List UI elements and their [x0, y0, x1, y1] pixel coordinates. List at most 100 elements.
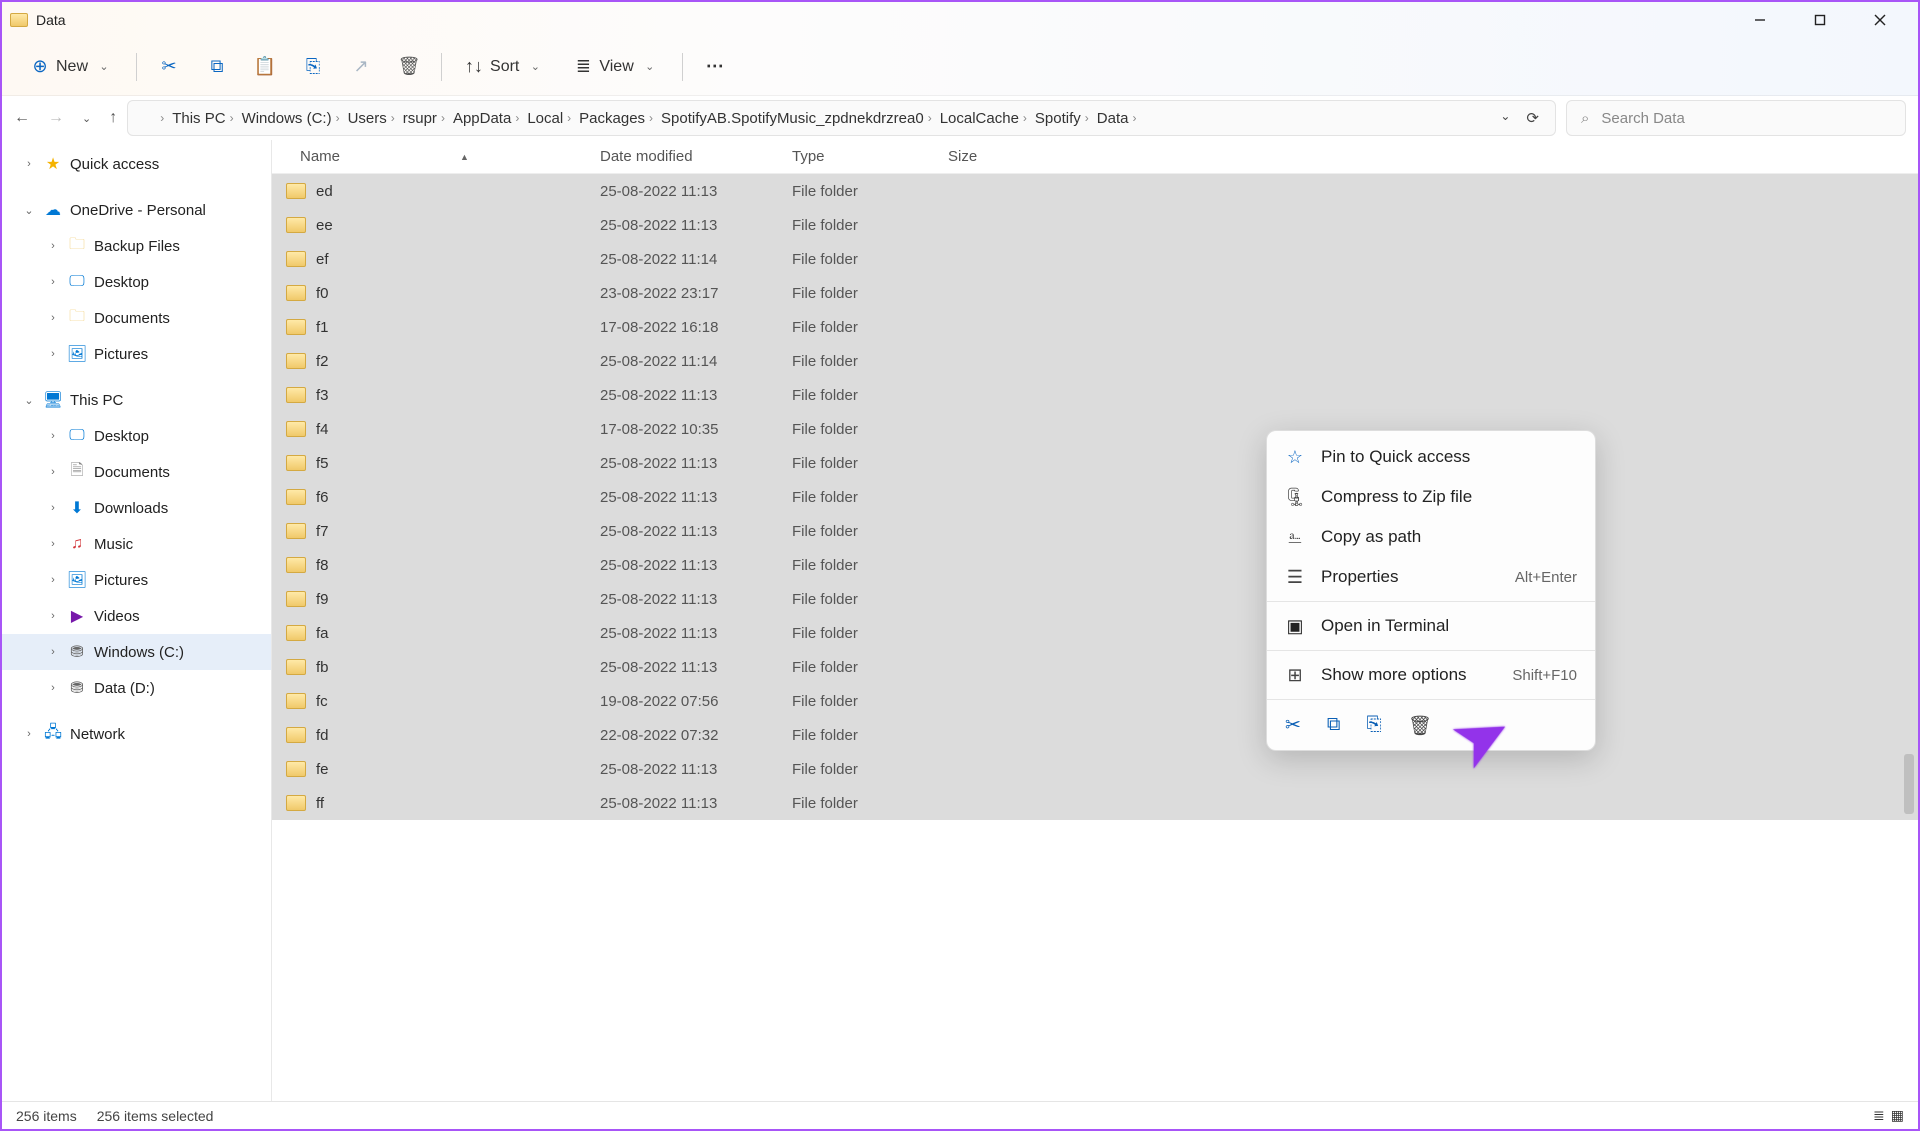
- table-row[interactable]: f023-08-2022 23:17File folder: [272, 276, 1918, 310]
- sidebar-item[interactable]: ›🖼Pictures: [2, 562, 271, 598]
- table-row[interactable]: fd22-08-2022 07:32File folder: [272, 718, 1918, 752]
- delete-button[interactable]: 🗑: [387, 47, 431, 87]
- sidebar-item[interactable]: ›▶Videos: [2, 598, 271, 634]
- sidebar-onedrive[interactable]: ⌄☁OneDrive - Personal: [2, 192, 271, 228]
- breadcrumb-segment[interactable]: Spotify›: [1035, 110, 1091, 127]
- breadcrumb-segment[interactable]: LocalCache›: [940, 110, 1029, 127]
- view-button[interactable]: ≣ View ⌄: [561, 47, 671, 87]
- folder-icon: [286, 421, 306, 437]
- ctx-show-more[interactable]: ⊞Show more optionsShift+F10: [1267, 655, 1595, 695]
- file-type: File folder: [792, 319, 948, 336]
- nav-bar: ← → ⌄ ↑ › This PC› Windows (C:)› Users› …: [2, 96, 1918, 140]
- search-input[interactable]: ⌕ Search Data: [1566, 100, 1906, 136]
- sort-button[interactable]: ↑↓ Sort ⌄: [452, 47, 557, 87]
- table-row[interactable]: f725-08-2022 11:13File folder: [272, 514, 1918, 548]
- sidebar-item[interactable]: ›🗀Backup Files: [2, 228, 271, 264]
- table-row[interactable]: ff25-08-2022 11:13File folder: [272, 786, 1918, 820]
- paste-button[interactable]: 📋: [243, 47, 287, 87]
- table-row[interactable]: f625-08-2022 11:13File folder: [272, 480, 1918, 514]
- breadcrumb-segment[interactable]: Windows (C:)›: [242, 110, 342, 127]
- ctx-rename-button[interactable]: ⎘: [1367, 714, 1382, 738]
- ctx-terminal[interactable]: ▣Open in Terminal: [1267, 606, 1595, 646]
- ctx-pin[interactable]: ☆Pin to Quick access: [1267, 437, 1595, 477]
- recent-button[interactable]: ⌄: [82, 112, 91, 125]
- copy-button[interactable]: ⧉: [195, 47, 239, 87]
- table-row[interactable]: ef25-08-2022 11:14File folder: [272, 242, 1918, 276]
- share-button[interactable]: ↗: [339, 47, 383, 87]
- table-row[interactable]: f417-08-2022 10:35File folder: [272, 412, 1918, 446]
- column-date[interactable]: Date modified: [600, 148, 792, 165]
- sidebar-item[interactable]: ›🗎Documents: [2, 454, 271, 490]
- file-name: f5: [316, 455, 600, 472]
- sidebar-network[interactable]: ›🖧Network: [2, 716, 271, 752]
- sidebar-quick-access[interactable]: ›★Quick access: [2, 146, 271, 182]
- breadcrumb-dropdown[interactable]: ⌄: [1500, 109, 1510, 127]
- folder-icon: [286, 251, 306, 267]
- rename-button[interactable]: ⎘: [291, 47, 335, 87]
- file-name: f2: [316, 353, 600, 370]
- ctx-copy-button[interactable]: ⧉: [1327, 714, 1341, 738]
- ctx-properties[interactable]: ☰PropertiesAlt+Enter: [1267, 557, 1595, 597]
- sidebar-item[interactable]: ›♫Music: [2, 526, 271, 562]
- file-date: 25-08-2022 11:14: [600, 251, 792, 268]
- breadcrumb-segment[interactable]: SpotifyAB.SpotifyMusic_zpdnekdrzrea0›: [661, 110, 934, 127]
- table-row[interactable]: f525-08-2022 11:13File folder: [272, 446, 1918, 480]
- separator: [682, 53, 683, 81]
- thumbnails-view-button[interactable]: ▦: [1891, 1107, 1904, 1124]
- table-row[interactable]: f325-08-2022 11:13File folder: [272, 378, 1918, 412]
- ctx-copy-path[interactable]: ⎁Copy as path: [1267, 517, 1595, 557]
- details-view-button[interactable]: ≣: [1873, 1107, 1885, 1124]
- maximize-button[interactable]: [1790, 2, 1850, 38]
- breadcrumb-segment[interactable]: AppData›: [453, 110, 521, 127]
- more-button[interactable]: ⋯: [693, 47, 737, 87]
- new-button[interactable]: ⊕ New ⌄: [18, 47, 126, 87]
- minimize-button[interactable]: [1730, 2, 1790, 38]
- column-headers[interactable]: Name▲ Date modified Type Size: [272, 140, 1918, 174]
- sidebar-item[interactable]: ›🗀Documents: [2, 300, 271, 336]
- up-button[interactable]: ↑: [109, 109, 117, 127]
- file-list[interactable]: ed25-08-2022 11:13File folderee25-08-202…: [272, 174, 1918, 1101]
- sidebar-item[interactable]: ›⬇Downloads: [2, 490, 271, 526]
- table-row[interactable]: ee25-08-2022 11:13File folder: [272, 208, 1918, 242]
- table-row[interactable]: f117-08-2022 16:18File folder: [272, 310, 1918, 344]
- ctx-zip[interactable]: 🗜Compress to Zip file: [1267, 477, 1595, 517]
- file-name: f8: [316, 557, 600, 574]
- table-row[interactable]: fe25-08-2022 11:13File folder: [272, 752, 1918, 786]
- breadcrumb-segment[interactable]: rsupr›: [403, 110, 447, 127]
- column-name[interactable]: Name▲: [286, 148, 600, 165]
- table-row[interactable]: ed25-08-2022 11:13File folder: [272, 174, 1918, 208]
- column-size[interactable]: Size: [948, 148, 1028, 165]
- scrollbar[interactable]: [1902, 174, 1916, 1101]
- table-row[interactable]: f825-08-2022 11:13File folder: [272, 548, 1918, 582]
- address-bar[interactable]: › This PC› Windows (C:)› Users› rsupr› A…: [127, 100, 1556, 136]
- breadcrumb-segment[interactable]: Local›: [527, 110, 573, 127]
- back-button[interactable]: ←: [14, 109, 30, 127]
- sidebar-this-pc[interactable]: ⌄🖥This PC: [2, 382, 271, 418]
- table-row[interactable]: fb25-08-2022 11:13File folder: [272, 650, 1918, 684]
- file-type: File folder: [792, 285, 948, 302]
- file-date: 25-08-2022 11:13: [600, 455, 792, 472]
- refresh-button[interactable]: ⟳: [1526, 109, 1539, 127]
- sidebar-item[interactable]: ›🖵Desktop: [2, 264, 271, 300]
- sidebar-item[interactable]: ›⛃Data (D:): [2, 670, 271, 706]
- ctx-delete-button[interactable]: 🗑: [1408, 714, 1432, 738]
- forward-button[interactable]: →: [48, 109, 64, 127]
- sidebar-item-windows-c[interactable]: ›⛃Windows (C:): [2, 634, 271, 670]
- separator: [1267, 650, 1595, 651]
- sidebar-item[interactable]: ›🖵Desktop: [2, 418, 271, 454]
- column-type[interactable]: Type: [792, 148, 948, 165]
- desktop-icon: 🖵: [68, 427, 86, 445]
- breadcrumb-segment[interactable]: Users›: [348, 110, 397, 127]
- table-row[interactable]: fc19-08-2022 07:56File folder: [272, 684, 1918, 718]
- cut-button[interactable]: ✂: [147, 47, 191, 87]
- sidebar-item[interactable]: ›🖼Pictures: [2, 336, 271, 372]
- close-button[interactable]: [1850, 2, 1910, 38]
- table-row[interactable]: fa25-08-2022 11:13File folder: [272, 616, 1918, 650]
- table-row[interactable]: f225-08-2022 11:14File folder: [272, 344, 1918, 378]
- breadcrumb-segment[interactable]: Data›: [1097, 110, 1139, 127]
- breadcrumb-segment[interactable]: Packages›: [579, 110, 655, 127]
- separator: [1267, 601, 1595, 602]
- breadcrumb-segment[interactable]: This PC›: [172, 110, 235, 127]
- ctx-cut-button[interactable]: ✂: [1285, 714, 1301, 738]
- table-row[interactable]: f925-08-2022 11:13File folder: [272, 582, 1918, 616]
